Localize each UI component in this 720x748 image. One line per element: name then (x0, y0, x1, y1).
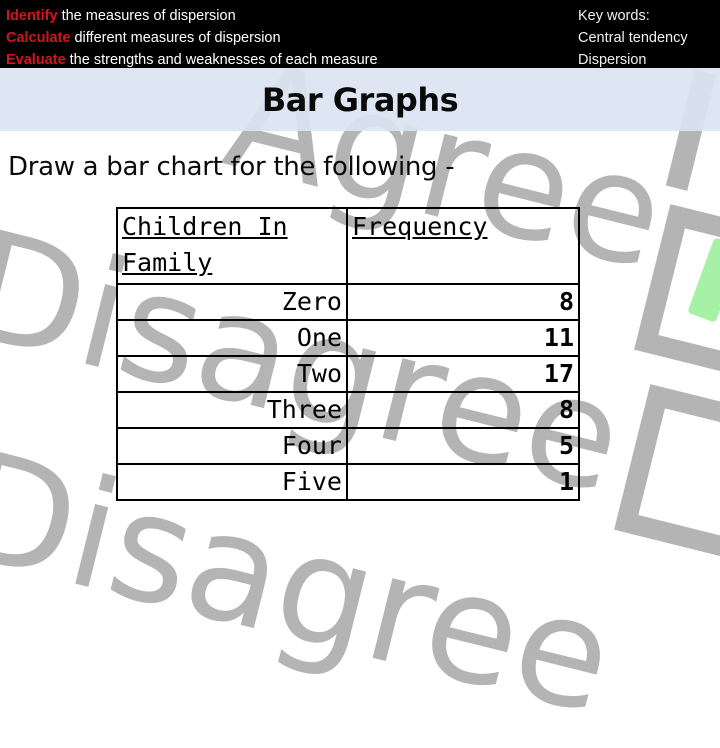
table-row: Three 8 (116, 391, 580, 429)
header-frequency: Frequency (346, 207, 580, 285)
key-word-item: Central tendency (578, 30, 688, 46)
category-cell: Zero (116, 283, 348, 321)
objective-identify: Identify the measures of dispersion (6, 5, 378, 27)
objective-text: the strengths and weaknesses of each mea… (69, 52, 378, 68)
key-words-panel: Key words: Central tendency Dispersion (578, 5, 688, 71)
table-header-row: Children In Family Frequency (116, 207, 580, 285)
header-children-in-family: Children In Family (116, 207, 348, 285)
objective-text: different measures of dispersion (74, 30, 281, 46)
frequency-cell: 1 (346, 463, 580, 501)
checkbox-outline-icon (634, 204, 720, 386)
objective-text: the measures of dispersion (61, 8, 236, 24)
table-row: Zero 8 (116, 283, 580, 321)
learning-objectives: Identify the measures of dispersion Calcu… (6, 5, 378, 71)
objectives-header: Identify the measures of dispersion Calcu… (0, 0, 720, 68)
table-row: One 11 (116, 319, 580, 357)
frequency-cell: 5 (346, 427, 580, 465)
objective-calculate: Calculate different measures of dispersio… (6, 27, 378, 49)
category-cell: Three (116, 391, 348, 429)
category-cell: One (116, 319, 348, 357)
table-row: Four 5 (116, 427, 580, 465)
green-tick-icon (687, 237, 720, 323)
frequency-cell: 11 (346, 319, 580, 357)
category-cell: Five (116, 463, 348, 501)
objective-verb: Evaluate (6, 52, 66, 68)
key-words-label: Key words: (578, 8, 650, 24)
title-band: Bar Graphs (0, 68, 720, 131)
table-row: Two 17 (116, 355, 580, 393)
checkbox-outline-icon-lower (614, 384, 720, 566)
frequency-cell: 8 (346, 391, 580, 429)
objective-verb: Identify (6, 8, 58, 24)
table-row: Five 1 (116, 463, 580, 501)
frequency-cell: 8 (346, 283, 580, 321)
frequency-table: Children In Family Frequency Zero 8 One … (116, 207, 580, 501)
slide-title: Bar Graphs (261, 80, 459, 119)
frequency-cell: 17 (346, 355, 580, 393)
category-cell: Four (116, 427, 348, 465)
category-cell: Two (116, 355, 348, 393)
task-prompt: Draw a bar chart for the following - (8, 152, 455, 182)
objective-verb: Calculate (6, 30, 71, 46)
